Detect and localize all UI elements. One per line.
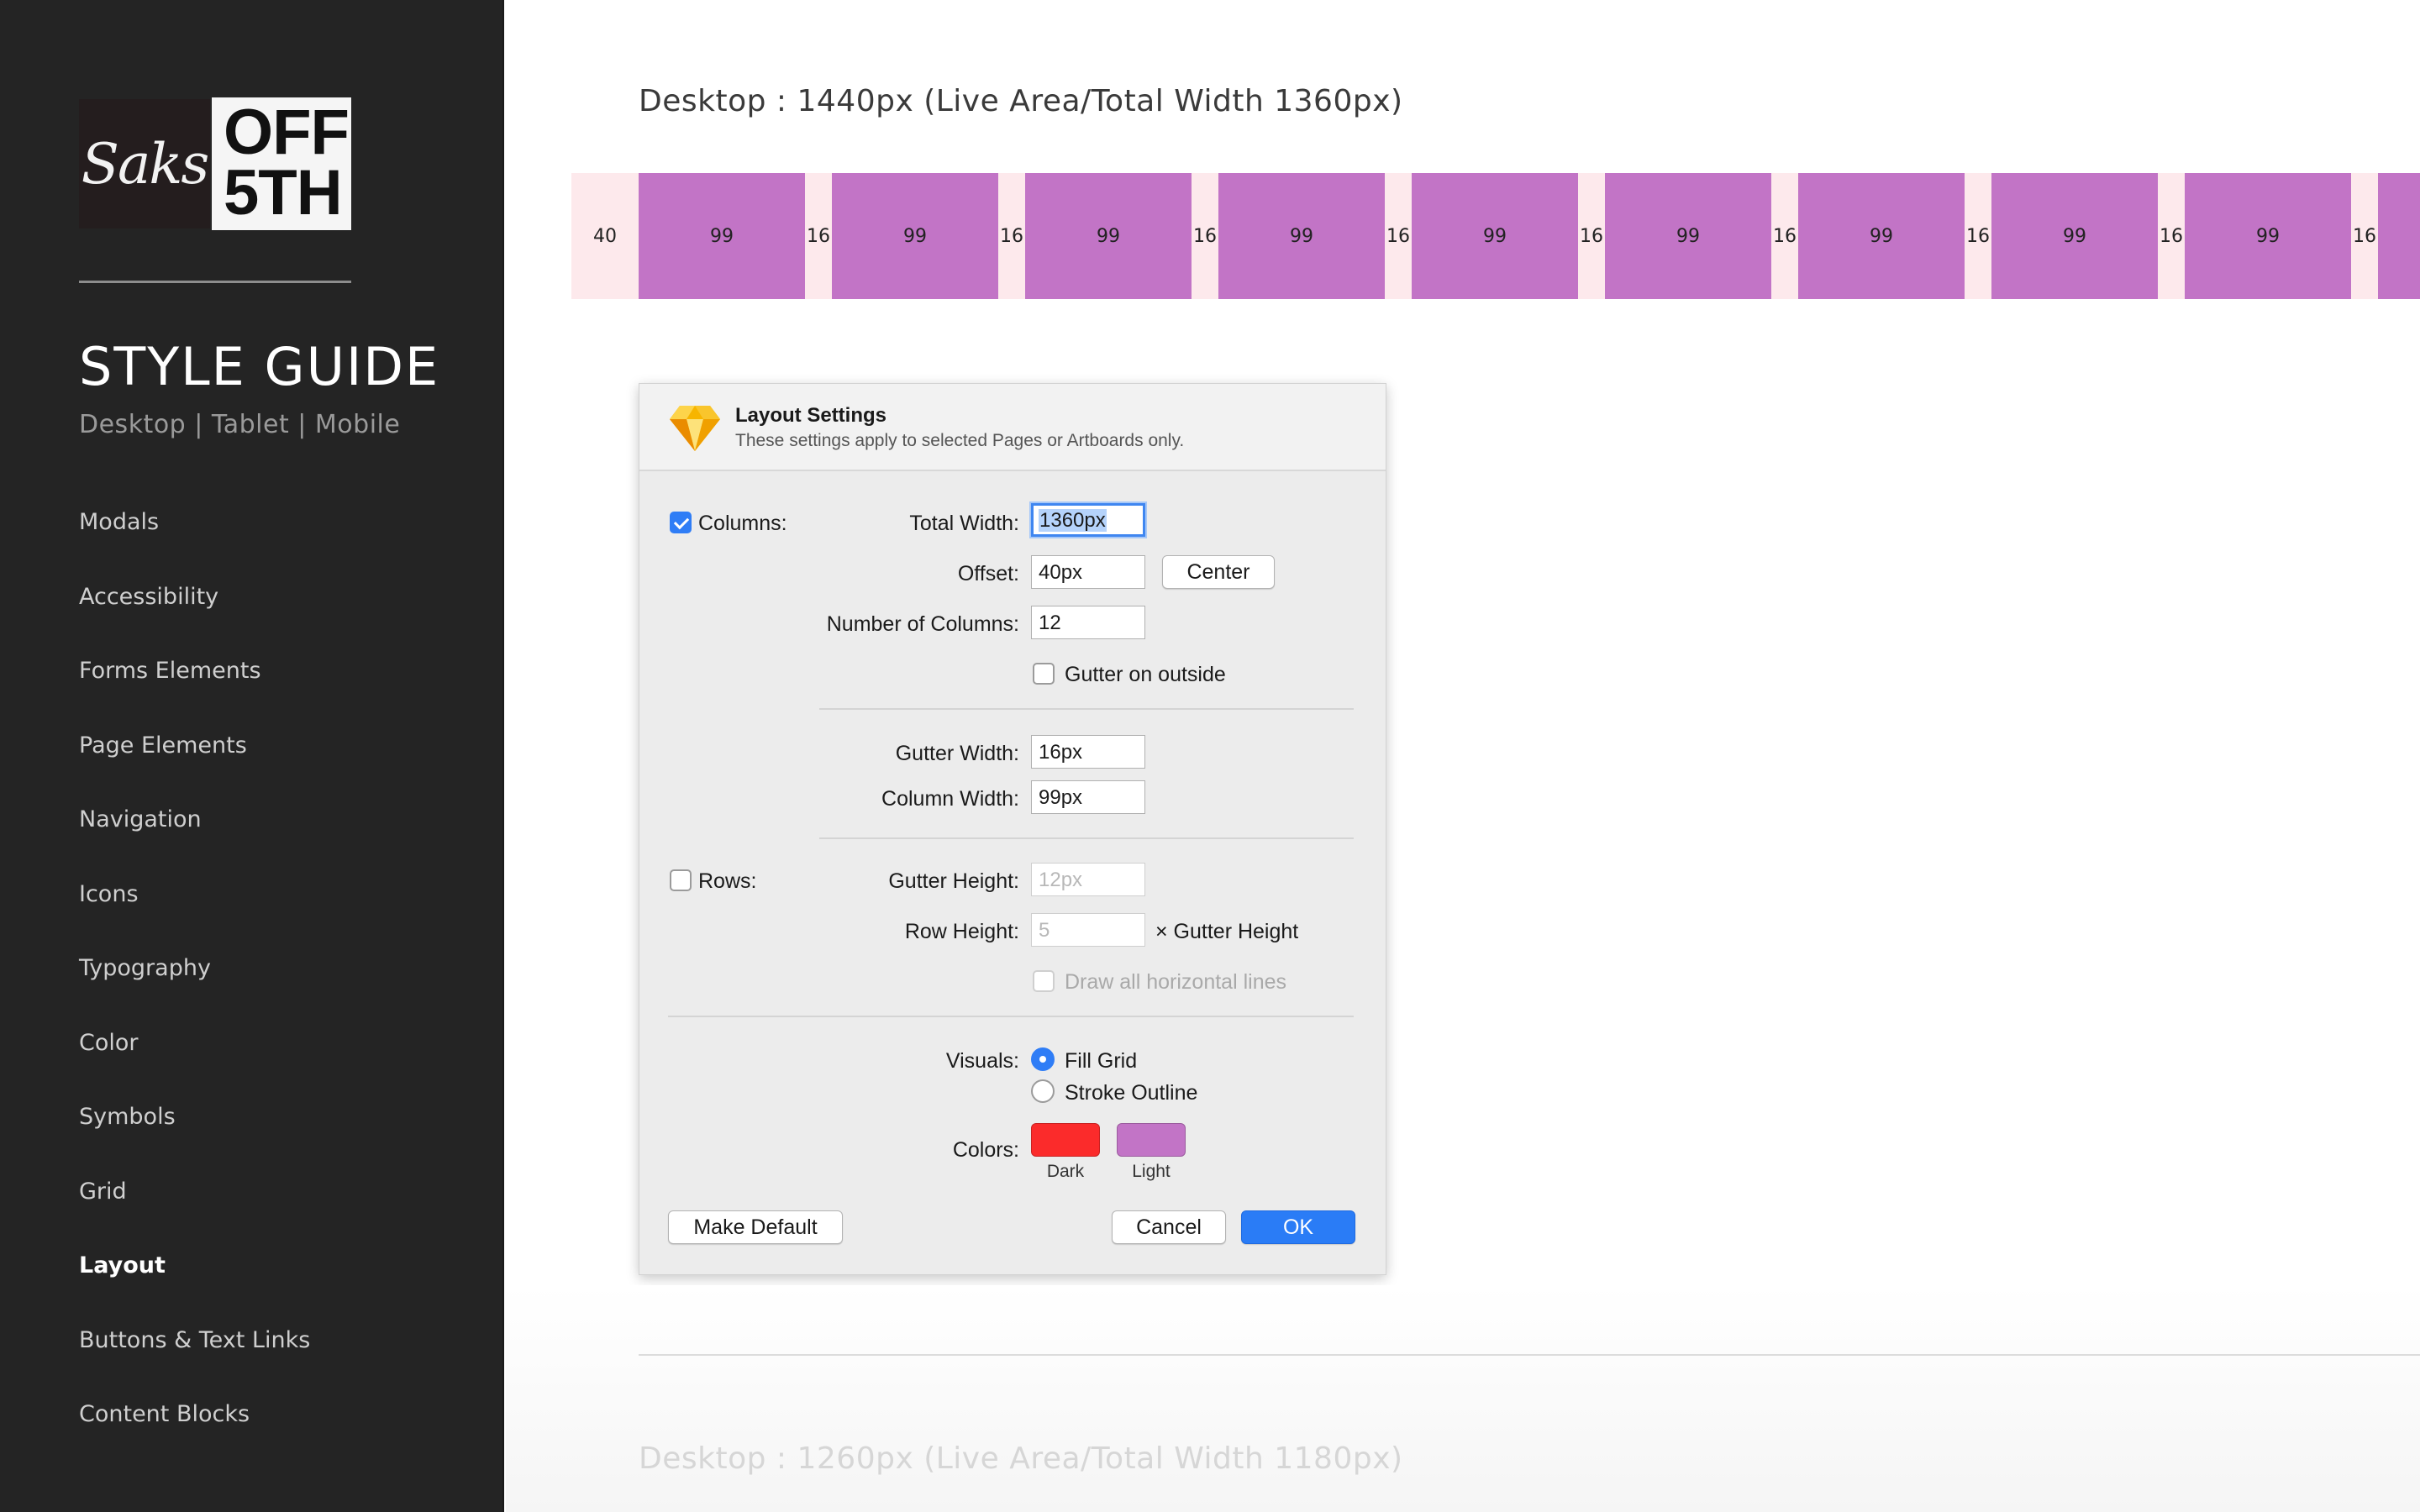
grid-column: 99 [832, 173, 998, 299]
grid-gutter: 16 [807, 225, 830, 247]
light-color-swatch[interactable] [1117, 1123, 1186, 1157]
sidebar-item-content-blocks[interactable]: Content Blocks [79, 1396, 310, 1471]
dark-color-label: Dark [1046, 1162, 1085, 1181]
sidebar-item-buttons-text-links[interactable]: Buttons & Text Links [79, 1322, 310, 1397]
grid-column: 99 [1991, 173, 2158, 299]
grid-gutter: 16 [2353, 225, 2376, 247]
sidebar-item-color[interactable]: Color [79, 1025, 310, 1100]
columns-label: Columns: [698, 512, 787, 535]
main-content: Desktop : 1440px (Live Area/Total Width … [506, 0, 2420, 1512]
offset-input[interactable]: 40px [1031, 555, 1145, 589]
sidebar-item-typography[interactable]: Typography [79, 950, 310, 1025]
sketch-diamond-icon [670, 406, 720, 451]
section-divider [639, 1354, 2420, 1356]
sidebar-item-accessibility[interactable]: Accessibility [79, 579, 310, 654]
dialog-title: Layout Settings [735, 404, 887, 427]
grid-gutter: 16 [2160, 225, 2183, 247]
draw-horizontal-lines-checkbox[interactable] [1033, 970, 1055, 992]
logo-saks: Saks [79, 99, 210, 228]
lower-section-fade [506, 1285, 2420, 1512]
total-width-input[interactable]: 1360px [1031, 503, 1145, 537]
sidebar-item-symbols[interactable]: Symbols [79, 1099, 310, 1173]
visuals-label: Visuals: [945, 1049, 1019, 1073]
dark-color-swatch[interactable] [1031, 1123, 1100, 1157]
sidebar-nav: Modals Accessibility Forms Elements Page El… [79, 504, 310, 1471]
grid-column: 99 [1605, 173, 1771, 299]
draw-horizontal-lines-label: Draw all horizontal lines [1065, 970, 1287, 994]
sidebar-item-icons[interactable]: Icons [79, 876, 310, 951]
grid-gutter: 16 [1000, 225, 1023, 247]
fill-grid-label: Fill Grid [1065, 1049, 1138, 1073]
number-of-columns-label: Number of Columns: [826, 612, 1019, 636]
grid-gutter: 16 [1966, 225, 1990, 247]
style-guide-subtitle: Desktop | Tablet | Mobile [79, 410, 401, 439]
logo-off5th: OFF 5TH [212, 97, 351, 230]
sidebar-item-layout[interactable]: Layout [79, 1247, 310, 1322]
rows-checkbox[interactable] [670, 869, 692, 891]
separator [819, 708, 1354, 710]
sidebar-item-modals[interactable]: Modals [79, 504, 310, 579]
light-color-label: Light [1132, 1162, 1171, 1181]
next-section-title: Desktop : 1260px (Live Area/Total Width … [639, 1441, 1403, 1476]
grid-column: 99 [2185, 173, 2351, 299]
row-height-label: Row Height: [904, 920, 1019, 943]
ok-button[interactable]: OK [1241, 1210, 1355, 1244]
grid-offset: 40 [593, 225, 617, 247]
total-width-label: Total Width: [909, 512, 1019, 535]
dialog-header: Layout Settings These settings apply to … [639, 384, 1386, 471]
gutter-height-input[interactable]: 12px [1031, 863, 1145, 896]
logo-5th-text: 5TH [224, 157, 343, 228]
row-height-suffix: × Gutter Height [1155, 920, 1299, 943]
grid-gutter: 16 [1773, 225, 1797, 247]
sidebar: Saks OFF 5TH STYLE GUIDE Desktop | Table… [0, 0, 504, 1512]
stroke-outline-label: Stroke Outline [1065, 1081, 1198, 1105]
dialog-subtitle: These settings apply to selected Pages o… [735, 431, 1185, 450]
grid-column: 99 [639, 173, 805, 299]
gutter-on-outside-checkbox[interactable] [1033, 663, 1055, 685]
sidebar-item-page-elements[interactable]: Page Elements [79, 727, 310, 802]
logo-off-text: OFF [224, 97, 350, 168]
number-of-columns-input[interactable]: 12 [1031, 606, 1145, 639]
colors-label: Colors: [952, 1138, 1019, 1162]
cancel-button[interactable]: Cancel [1112, 1210, 1226, 1244]
center-button[interactable]: Center [1162, 555, 1275, 589]
section-title: Desktop : 1440px (Live Area/Total Width … [639, 84, 1403, 118]
grid-column: 99 [1412, 173, 1578, 299]
stroke-outline-radio[interactable] [1031, 1079, 1055, 1103]
sidebar-divider [79, 281, 351, 283]
grid-column: 99 [1798, 173, 1965, 299]
offset-label: Offset: [957, 562, 1019, 585]
total-width-value: 1360px [1039, 509, 1107, 532]
rows-label: Rows: [698, 869, 757, 893]
grid-gutter: 16 [1580, 225, 1603, 247]
sidebar-item-navigation[interactable]: Navigation [79, 801, 310, 876]
gutter-width-input[interactable]: 16px [1031, 735, 1145, 769]
column-width-input[interactable]: 99px [1031, 780, 1145, 814]
grid-column: 99 [1025, 173, 1192, 299]
gutter-on-outside-label: Gutter on outside [1065, 663, 1226, 686]
grid-gutter: 16 [1193, 225, 1217, 247]
sidebar-item-grid[interactable]: Grid [79, 1173, 310, 1248]
column-width-label: Column Width: [881, 787, 1019, 811]
gutter-width-label: Gutter Width: [895, 742, 1019, 765]
columns-checkbox[interactable] [670, 512, 692, 533]
make-default-button[interactable]: Make Default [668, 1210, 843, 1244]
layout-settings-dialog: Layout Settings These settings apply to … [639, 383, 1386, 1275]
grid-gutter: 16 [1386, 225, 1410, 247]
grid-columns-preview: 40 99 16 99 16 99 16 99 16 99 16 99 16 99 16 99 16 99 16 [571, 173, 2420, 299]
row-height-input[interactable]: 5 [1031, 913, 1145, 947]
saks-off5th-logo[interactable]: Saks OFF 5TH [79, 97, 351, 230]
style-guide-title: STYLE GUIDE [79, 336, 440, 397]
gutter-height-label: Gutter Height: [888, 869, 1019, 893]
grid-column [2378, 173, 2420, 299]
separator [819, 837, 1354, 839]
separator [668, 1016, 1354, 1017]
sidebar-item-forms-elements[interactable]: Forms Elements [79, 653, 310, 727]
fill-grid-radio[interactable] [1031, 1047, 1055, 1071]
grid-column: 99 [1218, 173, 1385, 299]
